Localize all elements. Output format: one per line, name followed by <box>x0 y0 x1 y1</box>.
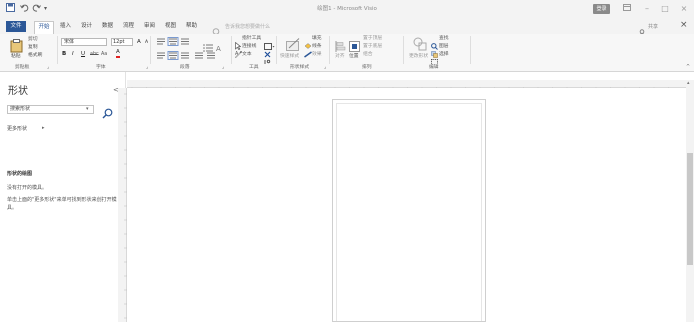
select-button[interactable]: 选择 <box>439 51 449 58</box>
stencil-hint-text: 单击上面的"更多形状"来单可找到形状来创打开模具。 <box>7 197 117 211</box>
change-case-button[interactable]: Aa <box>101 51 107 58</box>
stencil-section-heading: 形状的绘图 <box>7 171 33 177</box>
more-shapes-button[interactable]: 更多形状 <box>7 125 27 132</box>
search-icon[interactable] <box>102 104 114 119</box>
drawing-canvas[interactable] <box>127 88 686 322</box>
svg-text:A: A <box>216 45 221 52</box>
maximize-button[interactable]: □ <box>658 2 672 16</box>
line-icon <box>304 43 312 62</box>
tab-home[interactable]: 开始 <box>34 21 54 34</box>
editing-group-label: 编辑 <box>429 65 439 70</box>
pointer-tool-button[interactable]: 指针工具 <box>242 35 261 42</box>
drawing-page[interactable] <box>332 99 486 322</box>
layers-button[interactable]: 图层 <box>439 43 449 50</box>
position-button[interactable]: 位置 <box>349 53 359 60</box>
ribbon-tabs: 文件 开始 插入 设计 数据 流程 审阅 视图 帮助 告诉我您想要做什么 共享 … <box>0 19 694 38</box>
shapes-pane-title: 形状 <box>8 86 28 97</box>
change-shape-button[interactable]: 更改形状 <box>409 53 428 60</box>
vertical-ruler[interactable] <box>118 88 127 322</box>
cut-button[interactable]: 剪切 <box>28 36 38 43</box>
close-button[interactable]: × <box>677 2 691 16</box>
clipboard-launcher-icon[interactable]: ⌟ <box>47 64 49 71</box>
font-size-combo[interactable]: 12pt <box>111 38 133 46</box>
tab-view[interactable]: 视图 <box>165 22 176 31</box>
strikethrough-button[interactable]: abc <box>90 51 99 58</box>
no-stencil-message: 没有打开的模具。 <box>7 185 48 191</box>
bold-button[interactable]: B <box>62 50 66 58</box>
copy-button[interactable]: 复制 <box>28 44 38 51</box>
horizontal-ruler[interactable]: -280-260-240-220-200-180-160-140-120-100… <box>127 80 686 95</box>
font-launcher-icon[interactable]: ⌟ <box>146 64 148 71</box>
font-color-button[interactable]: A <box>116 49 120 58</box>
tell-me-box[interactable]: 告诉我您想要做什么 <box>225 23 270 30</box>
align-button[interactable]: 对齐 <box>335 53 345 60</box>
group-button[interactable]: 组合 <box>363 51 373 58</box>
tab-review[interactable]: 审阅 <box>144 22 155 31</box>
find-button[interactable]: 查找 <box>439 35 449 42</box>
title-bar: ▾ 绘图1 - Microsoft Visio 登录 – □ × <box>0 0 694 19</box>
format-painter-button[interactable]: 格式刷 <box>28 52 42 59</box>
tab-help[interactable]: 帮助 <box>186 22 197 31</box>
scroll-up-icon[interactable]: ▴ <box>687 80 690 86</box>
share-button[interactable]: 共享 <box>648 23 658 30</box>
paragraph-group-label: 段落 <box>180 65 190 70</box>
tab-file[interactable]: 文件 <box>6 21 26 32</box>
line-button[interactable]: 线条 <box>312 43 322 50</box>
arrange-group-label: 排列 <box>362 65 372 70</box>
paragraph-launcher-icon[interactable]: ⌟ <box>222 64 224 71</box>
bullets-icon[interactable]: A <box>203 37 225 56</box>
bring-front-button[interactable]: 置于顶层 <box>363 35 382 42</box>
collapse-ribbon-button[interactable]: ^ <box>686 64 690 71</box>
ribbon-group-labels: 剪贴板 ⌟ 字体 ⌟ 段落 ⌟ 工具 形状样式 ⌟ 排列 编辑 ^ <box>0 64 694 72</box>
tab-insert[interactable]: 插入 <box>60 22 71 31</box>
font-name-combo[interactable]: 宋体 <box>61 38 107 46</box>
quick-styles-button[interactable]: 快速样式 <box>280 53 299 60</box>
vertical-ruler-ticks <box>124 93 127 319</box>
page-margin <box>336 103 482 321</box>
tools-group-label: 工具 <box>249 65 259 70</box>
text-tool-icon: A <box>235 52 239 57</box>
tab-data[interactable]: 数据 <box>102 22 113 31</box>
chevron-right-icon[interactable]: ▸ <box>42 125 45 131</box>
font-group-label: 字体 <box>96 65 106 70</box>
clipboard-group-label: 剪贴板 <box>15 65 30 70</box>
scrollbar-thumb[interactable] <box>687 153 693 265</box>
vertical-scrollbar[interactable]: ▴ <box>686 80 694 322</box>
effects-button[interactable]: 效果 <box>312 51 322 58</box>
search-shapes-input[interactable]: 搜索形状 <box>7 105 94 114</box>
underline-button[interactable]: U <box>81 50 85 58</box>
fill-button[interactable]: 填充 <box>312 35 322 42</box>
tab-design[interactable]: 设计 <box>81 22 92 31</box>
minimize-button[interactable]: – <box>640 2 654 16</box>
shape-styles-group-label: 形状样式 <box>290 65 310 70</box>
close-ribbon-button[interactable]: × <box>680 20 688 30</box>
send-back-button[interactable]: 置于底层 <box>363 43 382 50</box>
paste-button[interactable]: 粘贴 <box>11 53 21 60</box>
ribbon-display-options-icon[interactable] <box>620 2 634 16</box>
tab-process[interactable]: 流程 <box>123 22 134 31</box>
shrink-font-button[interactable]: A <box>145 39 148 47</box>
search-dropdown-icon[interactable]: ▾ <box>86 106 89 112</box>
connector-button[interactable]: 连接线 <box>242 43 256 50</box>
grow-font-button[interactable]: A <box>137 38 141 46</box>
text-tool-button[interactable]: 文本 <box>242 51 252 58</box>
document-title: 绘图1 - Microsoft Visio <box>317 6 377 12</box>
italic-button[interactable]: I <box>72 50 74 58</box>
shape-styles-launcher-icon[interactable]: ⌟ <box>324 64 326 71</box>
shapes-pane: 形状 < 搜索形状 ▾ 更多形状 ▸ 形状的绘图 没有打开的模具。 单击上面的"… <box>0 72 126 322</box>
login-button[interactable]: 登录 <box>593 4 610 14</box>
